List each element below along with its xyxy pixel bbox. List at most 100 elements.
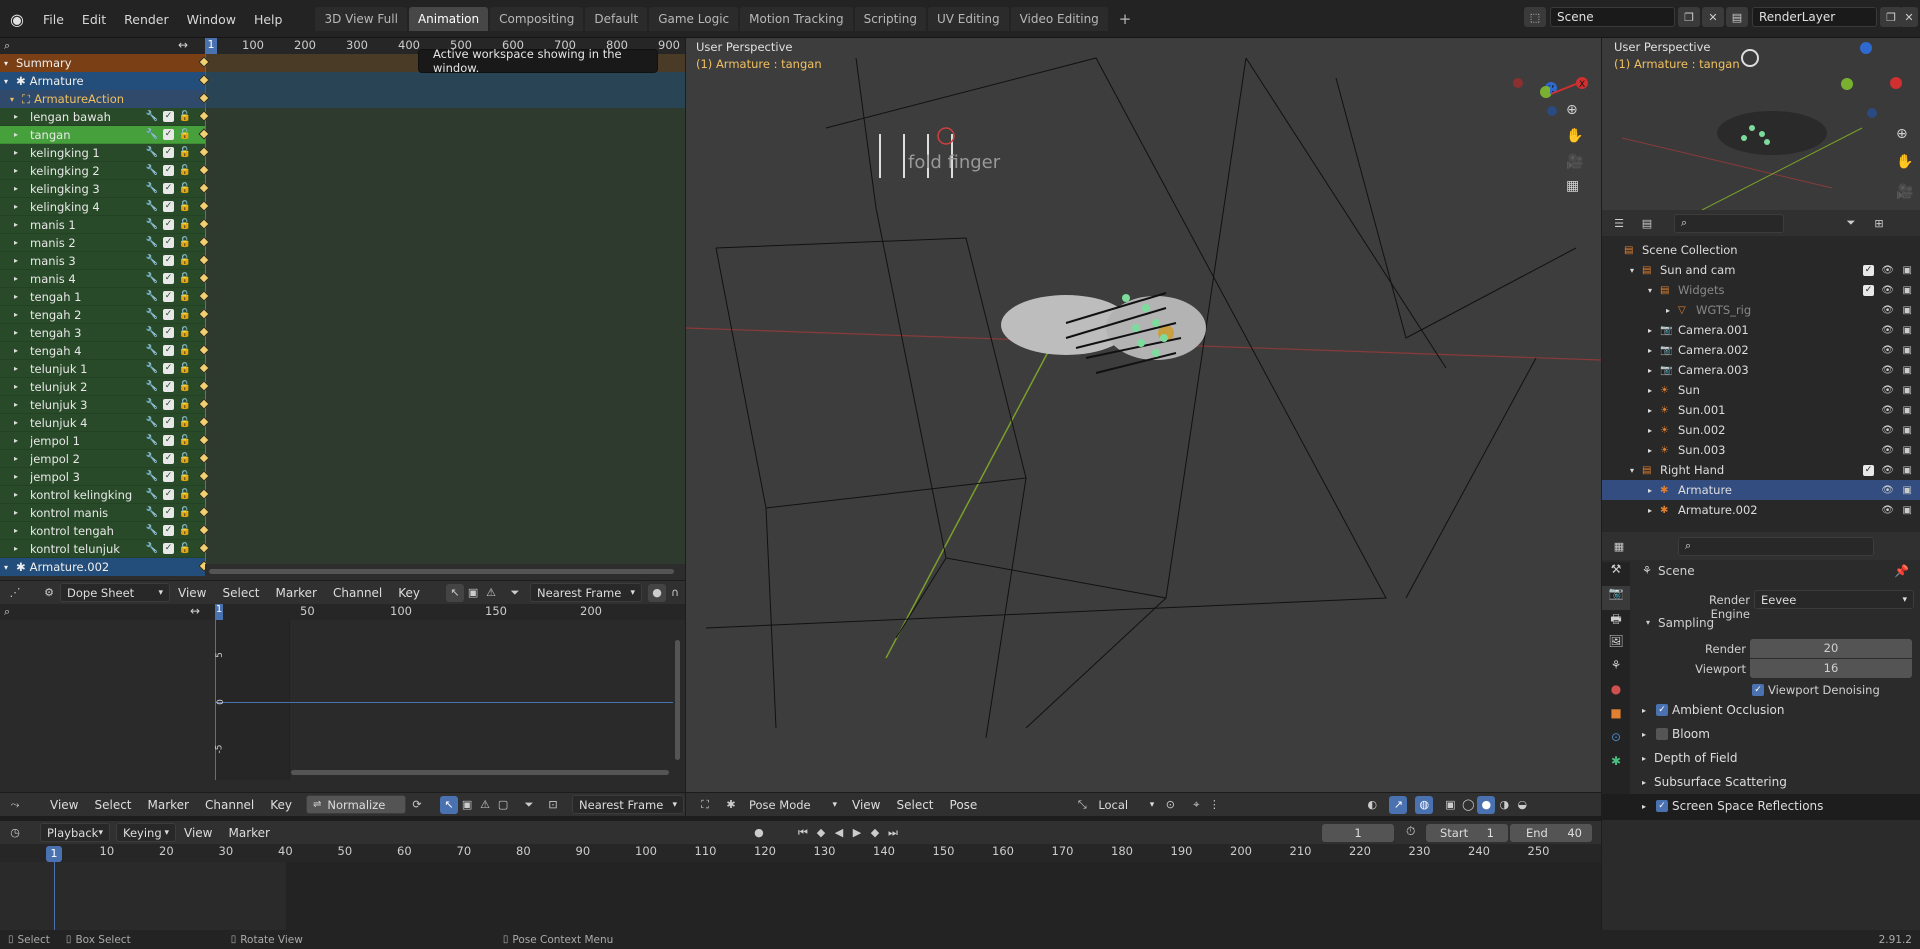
scrollbar-thumb[interactable] (209, 569, 674, 574)
proportional-icon[interactable]: ● (648, 583, 667, 602)
mute-checkbox[interactable]: ✓ (163, 470, 174, 482)
keyframe-diamond[interactable] (198, 200, 210, 212)
mute-checkbox[interactable]: ✓ (163, 236, 174, 248)
modifier-wrench-icon[interactable]: 🔧 (146, 309, 158, 321)
keyframe-diamond[interactable] (198, 524, 210, 536)
menu-select[interactable]: Select (214, 586, 267, 600)
expand-icon[interactable]: ▸ (14, 148, 24, 157)
normalize-toggle[interactable]: ⇌ Normalize (306, 795, 407, 814)
outliner-item[interactable]: ▸ ☀ Sun.001 👁 ▣ (1602, 400, 1920, 420)
lock-icon[interactable]: 🔓 (179, 201, 191, 213)
add-workspace-icon[interactable]: + (1110, 7, 1141, 31)
view-layer-tab-icon[interactable]: 🖼 (1602, 634, 1630, 658)
keyframe-diamond[interactable] (198, 182, 210, 194)
render-camera-icon[interactable]: ▣ (1903, 305, 1912, 316)
expand-icon[interactable]: ▸ (14, 328, 24, 337)
render-camera-icon[interactable]: ▣ (1903, 285, 1912, 296)
keyframe-diamond[interactable] (198, 452, 210, 464)
mute-checkbox[interactable]: ✓ (163, 200, 174, 212)
render-camera-icon[interactable]: ▣ (1903, 425, 1912, 436)
lock-icon[interactable]: 🔓 (179, 129, 191, 141)
keyframe-diamond[interactable] (198, 308, 210, 320)
menu-select[interactable]: Select (86, 798, 139, 812)
wireframe-icon[interactable]: ◯ (1459, 796, 1477, 814)
expand-icon[interactable]: ▸ (14, 472, 24, 481)
cursor-icon[interactable]: ▢ (494, 796, 512, 814)
modifier-wrench-icon[interactable]: 🔧 (146, 129, 158, 141)
armature-row[interactable]: ▾ ✱ Armature (0, 72, 205, 90)
delete-layer-icon[interactable]: ✕ (1900, 7, 1918, 27)
menu-key[interactable]: Key (262, 798, 300, 812)
lock-icon[interactable]: 🔓 (179, 219, 191, 231)
keyframe-diamond[interactable] (198, 326, 210, 338)
modifier-wrench-icon[interactable]: 🔧 (146, 453, 158, 465)
modifier-wrench-icon[interactable]: 🔧 (146, 291, 158, 303)
tab-game-logic[interactable]: Game Logic (649, 7, 739, 31)
graph-canvas[interactable]: 5 0 -5 (214, 620, 675, 780)
current-frame-indicator[interactable]: 1 (205, 38, 217, 54)
render-camera-icon[interactable]: ▣ (1903, 265, 1912, 276)
visibility-eye-icon[interactable]: 👁 (1881, 305, 1894, 316)
channel-row[interactable]: ▸ tengah 3 🔧 ✓ 🔓 (0, 324, 205, 342)
menu-view[interactable]: View (844, 798, 888, 812)
prev-keyframe-icon[interactable]: ◆ (812, 824, 830, 842)
timeline-current-frame[interactable]: 1 (46, 846, 62, 862)
render-camera-icon[interactable]: ▣ (1903, 445, 1912, 456)
channel-row[interactable]: ▸ manis 3 🔧 ✓ 🔓 (0, 252, 205, 270)
tab-motion-tracking[interactable]: Motion Tracking (740, 7, 853, 31)
outliner-item[interactable]: ▸ ☀ Sun.002 👁 ▣ (1602, 420, 1920, 440)
visibility-eye-icon[interactable]: 👁 (1881, 465, 1894, 476)
render-camera-icon[interactable]: ▣ (1903, 505, 1912, 516)
outliner-item[interactable]: ▤ Scene Collection (1602, 240, 1920, 260)
snap-options-icon[interactable]: ⋮ (1205, 796, 1223, 814)
lock-icon[interactable]: 🔓 (179, 435, 191, 447)
keyframe-diamond[interactable] (198, 416, 210, 428)
channel-row[interactable]: ▸ kelingking 2 🔧 ✓ 🔓 (0, 162, 205, 180)
menu-marker[interactable]: Marker (140, 798, 197, 812)
menu-view[interactable]: View (42, 798, 86, 812)
mute-checkbox[interactable]: ✓ (163, 254, 174, 266)
expand-icon[interactable]: ▸ (1642, 706, 1646, 715)
modifier-wrench-icon[interactable]: 🔧 (146, 273, 158, 285)
lock-icon[interactable]: 🔓 (179, 309, 191, 321)
expand-icon[interactable]: ▸ (1648, 386, 1660, 395)
timeline-ruler[interactable]: 10 20 30 40 50 60 70 80 90 100 110 120 130 140 150 160 1… (0, 844, 1601, 862)
menu-render[interactable]: Render (115, 7, 178, 31)
channel-search-bar[interactable]: ⌕ ↔ (0, 38, 205, 54)
visibility-eye-icon[interactable]: 👁 (1881, 365, 1894, 376)
expand-icon[interactable]: ▾ (1630, 466, 1642, 475)
output-tab-icon[interactable]: 🖶 (1602, 610, 1630, 634)
pan-hand-icon[interactable]: ✋ (1566, 128, 1583, 144)
new-scene-icon[interactable]: ❐ (1678, 7, 1700, 27)
lock-icon[interactable]: 🔓 (179, 471, 191, 483)
expand-icon[interactable]: ▸ (1648, 406, 1660, 415)
snap-dropdown[interactable]: Nearest Frame ▾ (530, 583, 643, 602)
lock-icon[interactable]: 🔓 (179, 489, 191, 501)
expand-icon[interactable]: ▸ (14, 508, 24, 517)
graph-frame-ruler[interactable]: 1 50 100 150 200 (215, 604, 685, 620)
start-frame-field[interactable]: Start 1 (1426, 824, 1508, 842)
lock-icon[interactable]: 🔓 (179, 165, 191, 177)
lock-icon[interactable]: 🔓 (179, 417, 191, 429)
filter-icon[interactable]: ⏷ (506, 584, 524, 602)
scene-selector-icon[interactable]: ⬚ (1524, 7, 1546, 27)
visibility-eye-icon[interactable]: 👁 (1881, 385, 1894, 396)
expand-icon[interactable]: ▸ (14, 112, 24, 121)
panel-section[interactable]: ▸ Bloom (1602, 722, 1920, 746)
mute-checkbox[interactable]: ✓ (163, 344, 174, 356)
sync-icon[interactable]: ↔ (178, 38, 188, 52)
expand-icon[interactable]: ▸ (14, 418, 24, 427)
keyframe-diamond[interactable] (198, 542, 210, 554)
action-row[interactable]: ▾ ⛶ ArmatureAction (0, 90, 205, 108)
camera-view-icon[interactable]: 🎥 (1896, 184, 1913, 200)
visibility-eye-icon[interactable]: 👁 (1881, 485, 1894, 496)
graph-h-scrollbar[interactable] (291, 770, 669, 775)
mute-checkbox[interactable]: ✓ (163, 146, 174, 158)
panel-section[interactable]: ▸ Depth of Field (1602, 746, 1920, 770)
section-checkbox[interactable]: ✓ (1656, 704, 1668, 716)
channel-row[interactable]: ▸ telunjuk 1 🔧 ✓ 🔓 (0, 360, 205, 378)
keyframe-diamond[interactable] (198, 362, 210, 374)
modifier-wrench-icon[interactable]: 🔧 (146, 147, 158, 159)
outliner-item[interactable]: ▾ ▤ Right Hand ✓ 👁 ▣ (1602, 460, 1920, 480)
expand-icon[interactable]: ▸ (14, 364, 24, 373)
